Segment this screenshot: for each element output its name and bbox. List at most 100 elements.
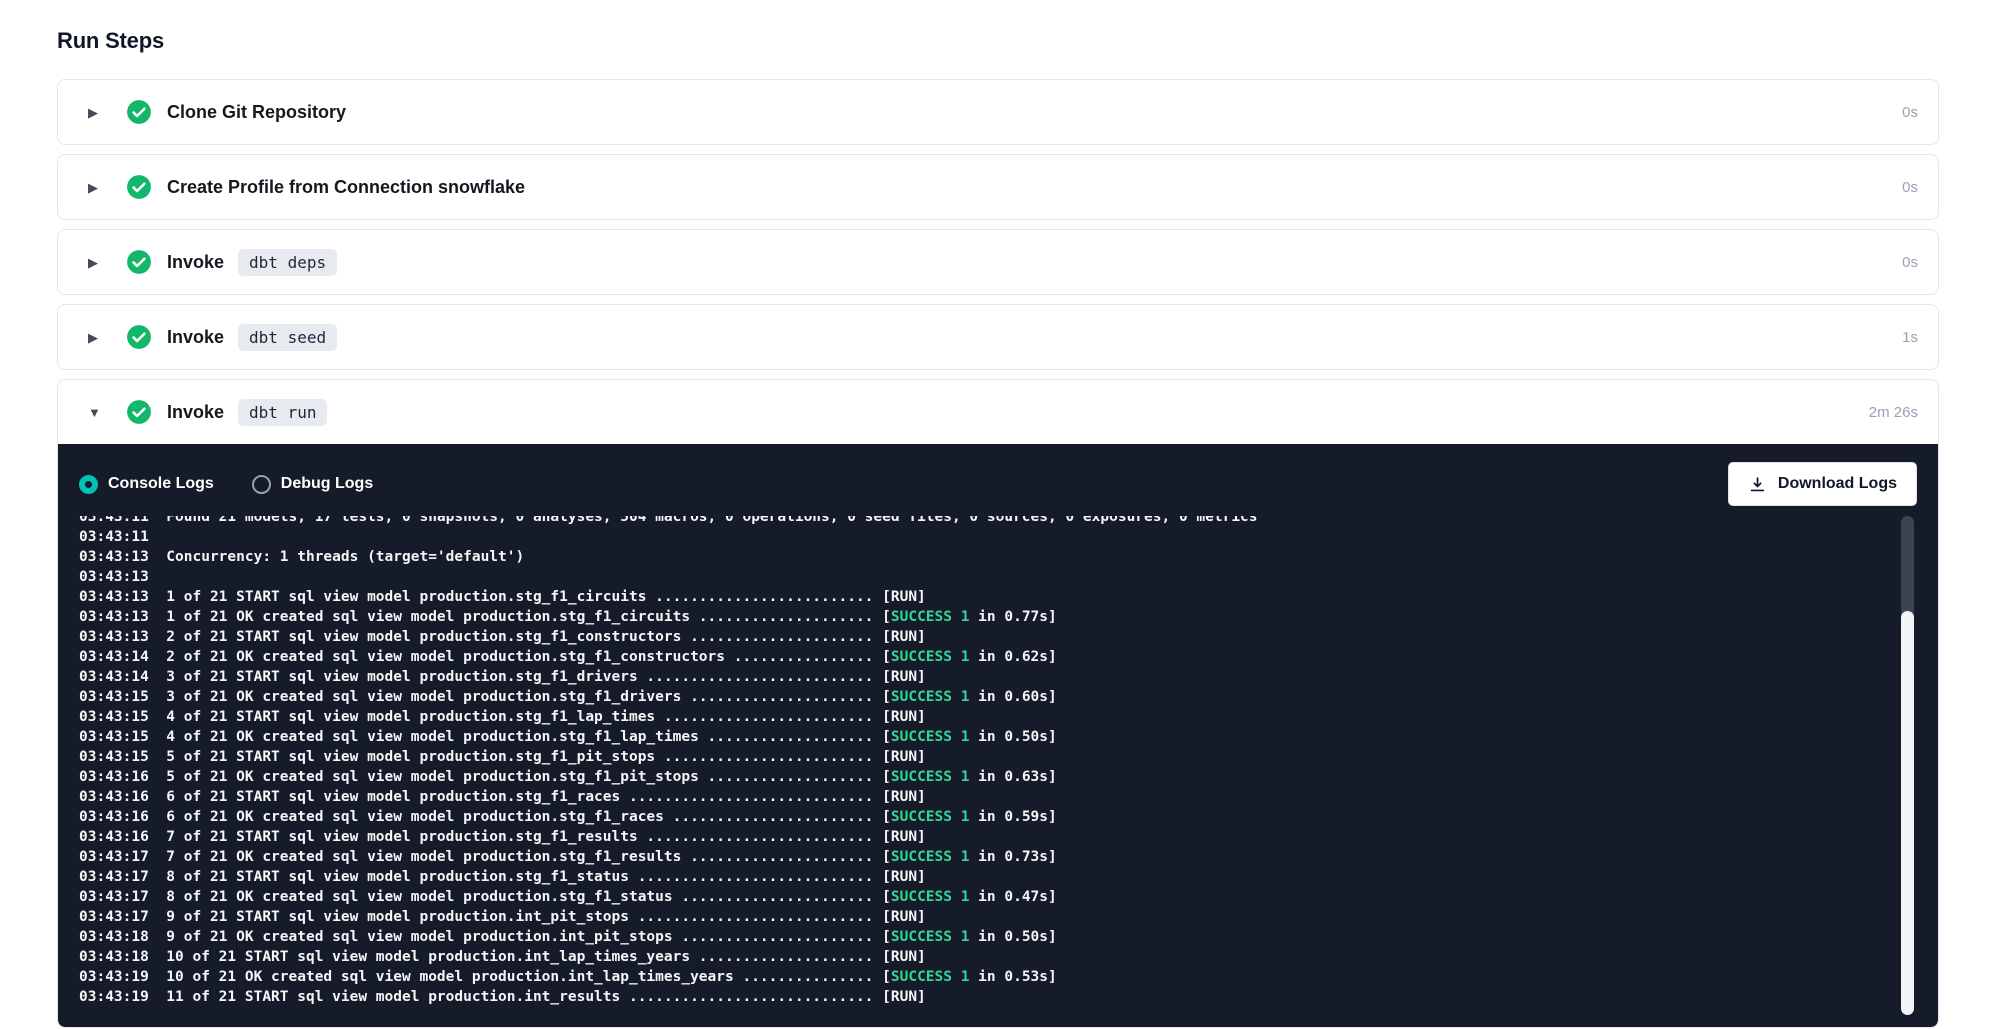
log-timestamp: 03:43:16 (79, 769, 149, 785)
log-timestamp: 03:43:13 (79, 629, 149, 645)
log-line: 03:43:16 5 of 21 OK created sql view mode… (79, 767, 1876, 787)
log-text: 3 of 21 OK created sql view model produc… (166, 689, 1056, 705)
console-log-viewport[interactable]: 03:43:11Found 21 models, 17 tests, 0 sna… (79, 516, 1876, 1019)
log-text: 5 of 21 OK created sql view model produc… (166, 769, 1056, 785)
download-logs-label: Download Logs (1778, 475, 1897, 493)
log-timestamp: 03:43:18 (79, 949, 149, 965)
log-timestamp: 03:43:14 (79, 669, 149, 685)
log-text: 4 of 21 START sql view model production.… (166, 709, 926, 725)
log-timestamp: 03:43:15 (79, 689, 149, 705)
success-check-icon (126, 399, 152, 425)
log-timestamp: 03:43:16 (79, 829, 149, 845)
log-line: 03:43:16 6 of 21 OK created sql view mode… (79, 807, 1876, 827)
console-panel: Console Logs Debug Logs Download Logs 03… (58, 444, 1938, 1027)
log-line: 03:43:13 (79, 567, 1876, 587)
log-line: 03:43:189 of 21 OK created sql view mode… (79, 927, 1876, 947)
log-timestamp: 03:43:17 (79, 869, 149, 885)
log-success-status: SUCCESS 1 (891, 729, 970, 745)
command-chip: dbt run (238, 399, 327, 426)
log-text: 8 of 21 START sql view model production.… (166, 869, 926, 885)
log-text: 7 of 21 OK created sql view model produc… (166, 849, 1056, 865)
log-text: 11 of 21 START sql view model production… (166, 989, 926, 1005)
log-text: 2 of 21 START sql view model production.… (166, 629, 926, 645)
run-step-clone-git: ▶ Clone Git Repository 0s (57, 79, 1939, 145)
run-step-dbt-seed: ▶ Invoke dbt seed 1s (57, 304, 1939, 370)
log-line: 03:43:143 of 21 START sql view model pro… (79, 667, 1876, 687)
log-text: 1 of 21 START sql view model production.… (166, 589, 926, 605)
chevron-right-icon[interactable]: ▶ (88, 331, 106, 344)
log-success-status: SUCCESS 1 (891, 769, 970, 785)
log-timestamp: 03:43:18 (79, 929, 149, 945)
step-duration: 2m 26s (1869, 404, 1918, 421)
log-text: 10 of 21 START sql view model production… (166, 949, 926, 965)
log-text: 1 of 21 OK created sql view model produc… (166, 609, 1056, 625)
log-line: 03:43:155 of 21 START sql view model pro… (79, 747, 1876, 767)
log-timestamp: 03:43:17 (79, 909, 149, 925)
success-check-icon (126, 174, 152, 200)
log-success-status: SUCCESS 1 (891, 689, 970, 705)
log-text: 7 of 21 START sql view model production.… (166, 829, 926, 845)
step-duration: 0s (1902, 254, 1918, 271)
run-step-header[interactable]: ▶ Invoke dbt seed 1s (58, 305, 1938, 369)
step-duration: 0s (1902, 179, 1918, 196)
log-timestamp: 03:43:19 (79, 969, 149, 985)
step-label: Invoke (167, 252, 224, 273)
log-line: 03:43:16 7 of 21 START sql view model pro… (79, 827, 1876, 847)
chevron-right-icon[interactable]: ▶ (88, 106, 106, 119)
log-success-status: SUCCESS 1 (891, 889, 970, 905)
run-step-header[interactable]: ▶ Clone Git Repository 0s (58, 80, 1938, 144)
download-logs-button[interactable]: Download Logs (1728, 462, 1917, 506)
download-icon (1748, 475, 1767, 494)
console-logs-radio[interactable]: Console Logs (79, 475, 214, 494)
log-line: 03:43:18 10 of 21 START sql view model pr… (79, 947, 1876, 967)
log-text: 4 of 21 OK created sql view model produc… (166, 729, 1056, 745)
log-line: 03:43:11Found 21 models, 17 tests, 0 sna… (79, 516, 1876, 527)
console-scrollbar-track[interactable] (1901, 516, 1914, 1015)
log-success-status: SUCCESS 1 (891, 649, 970, 665)
log-success-status: SUCCESS 1 (891, 609, 970, 625)
log-text: 6 of 21 OK created sql view model produc… (166, 809, 1056, 825)
log-timestamp: 03:43:15 (79, 749, 149, 765)
success-check-icon (126, 249, 152, 275)
log-line: 03:43:15 4 of 21 START sql view model pro… (79, 707, 1876, 727)
log-success-status: SUCCESS 1 (891, 849, 970, 865)
log-line: 03:43:142 of 21 OK created sql view mode… (79, 647, 1876, 667)
log-line: 03:43:17 7 of 21 OK created sql view mode… (79, 847, 1876, 867)
run-step-header[interactable]: ▶ Create Profile from Connection snowfla… (58, 155, 1938, 219)
chevron-right-icon[interactable]: ▶ (88, 256, 106, 269)
run-step-dbt-run: ▼ Invoke dbt run 2m 26s Console Logs Deb… (57, 379, 1939, 1028)
radio-unselected-icon (252, 475, 271, 494)
success-check-icon (126, 99, 152, 125)
log-line: 03:43:179 of 21 START sql view model pro… (79, 907, 1876, 927)
run-step-header[interactable]: ▼ Invoke dbt run 2m 26s (58, 380, 1938, 444)
log-text: 10 of 21 OK created sql view model produ… (166, 969, 1056, 985)
log-timestamp: 03:43:16 (79, 809, 149, 825)
radio-selected-icon (79, 475, 98, 494)
run-step-header[interactable]: ▶ Invoke dbt deps 0s (58, 230, 1938, 294)
chevron-right-icon[interactable]: ▶ (88, 181, 106, 194)
console-log: 03:43:11Found 21 models, 17 tests, 0 sna… (79, 516, 1876, 1007)
step-duration: 1s (1902, 329, 1918, 346)
run-steps-page: Run Steps ▶ Clone Git Repository 0s ▶ Cr… (0, 0, 2000, 1029)
step-label: Invoke (167, 402, 224, 423)
log-timestamp: 03:43:13 (79, 609, 149, 625)
step-label: Invoke (167, 327, 224, 348)
step-label: Clone Git Repository (167, 102, 346, 123)
log-timestamp: 03:43:11 (79, 516, 149, 525)
console-header: Console Logs Debug Logs Download Logs (79, 460, 1917, 508)
console-scrollbar-thumb[interactable] (1901, 611, 1914, 1015)
page-title: Run Steps (57, 28, 1939, 54)
log-line: 03:43:131 of 21 START sql view model pro… (79, 587, 1876, 607)
log-text: 8 of 21 OK created sql view model produc… (166, 889, 1056, 905)
log-line: 03:43:11 (79, 527, 1876, 547)
log-success-status: SUCCESS 1 (891, 809, 970, 825)
debug-logs-radio[interactable]: Debug Logs (252, 475, 373, 494)
log-timestamp: 03:43:15 (79, 709, 149, 725)
step-label: Create Profile from Connection snowflake (167, 177, 525, 198)
log-timestamp: 03:43:17 (79, 849, 149, 865)
log-timestamp: 03:43:11 (79, 529, 149, 545)
radio-label: Debug Logs (281, 475, 373, 493)
log-timestamp: 03:43:19 (79, 989, 149, 1005)
chevron-down-icon[interactable]: ▼ (88, 406, 106, 419)
log-success-status: SUCCESS 1 (891, 969, 970, 985)
